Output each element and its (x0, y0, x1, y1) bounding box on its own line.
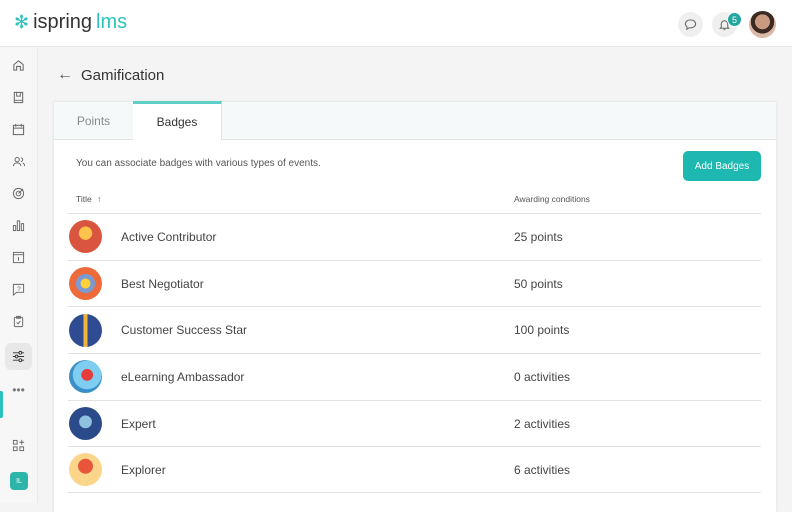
badge-icon (69, 267, 102, 301)
table-row[interactable]: Expert 2 activities (68, 399, 761, 447)
badge-icon (69, 360, 102, 394)
badge-condition: 100 points (514, 323, 570, 338)
badge-name: Active Contributor (121, 229, 217, 244)
chat-button[interactable] (678, 12, 703, 37)
reports-icon[interactable] (5, 212, 32, 239)
badge-name: Customer Success Star (121, 323, 248, 338)
logo-accent-text: lms (96, 11, 128, 33)
back-arrow-icon[interactable]: ← (57, 66, 73, 84)
badge-name: eLearning Ambassador (121, 369, 245, 384)
courses-icon[interactable] (5, 84, 32, 111)
logo-icon: ✻ (14, 12, 30, 32)
badge-condition: 50 points (514, 276, 563, 291)
badge-condition: 0 activities (514, 369, 571, 384)
more-icon[interactable]: ••• (5, 376, 32, 403)
logo[interactable]: ✻ ispring lms (14, 11, 127, 34)
badge-icon (69, 220, 102, 254)
table-row[interactable]: Best Negotiator 50 points (68, 259, 761, 307)
description-text: You can associate badges with various ty… (76, 158, 321, 169)
calendar-icon[interactable] (5, 116, 32, 143)
user-avatar[interactable] (749, 11, 776, 38)
top-header: ✻ ispring lms 5 (0, 0, 792, 47)
badge-condition: 25 points (514, 229, 563, 244)
tab-points[interactable]: Points (54, 102, 133, 140)
badges-table: Active Contributor 25 points Best Negotia… (68, 213, 761, 494)
badge-name: Expert (121, 416, 156, 431)
chat-icon (684, 19, 697, 31)
add-badges-button[interactable]: Add Badges (683, 151, 761, 181)
title-column-header[interactable]: Title ↑ (76, 194, 101, 204)
table-row[interactable]: Explorer 6 activities (68, 446, 761, 494)
table-row[interactable]: eLearning Ambassador 0 activities (68, 353, 761, 400)
notification-count-badge: 5 (727, 12, 742, 27)
sidebar: ? ••• IL (0, 48, 38, 503)
badge-icon (69, 453, 102, 487)
questions-icon[interactable]: ? (5, 276, 32, 303)
badge-icon (69, 407, 102, 441)
badges-card: Points Badges You can associate badges w… (54, 101, 776, 512)
apps-add-icon[interactable] (5, 432, 32, 459)
table-row[interactable]: Customer Success Star 100 points (68, 306, 761, 353)
active-indicator (0, 391, 3, 418)
badge-condition: 2 activities (514, 416, 571, 431)
badge-name: Best Negotiator (121, 276, 204, 291)
badge-name: Explorer (121, 462, 166, 477)
conditions-column-header: Awarding conditions (514, 194, 590, 204)
sort-arrow-icon: ↑ (97, 194, 102, 204)
user-initials-avatar[interactable]: IL (10, 472, 28, 490)
tab-bar: Points Badges (54, 101, 776, 140)
tab-badges[interactable]: Badges (133, 101, 222, 140)
table-row[interactable]: Active Contributor 25 points (68, 213, 761, 260)
users-icon[interactable] (5, 148, 32, 175)
title-header-label: Title (76, 194, 92, 204)
logo-text: ispring (33, 11, 93, 33)
settings-sliders-icon[interactable] (5, 343, 32, 370)
page-title: Gamification (81, 67, 165, 84)
info-icon[interactable] (5, 244, 32, 271)
assignments-icon[interactable] (5, 308, 32, 335)
svg-text:?: ? (17, 286, 21, 293)
goals-icon[interactable] (5, 180, 32, 207)
badge-condition: 6 activities (514, 462, 571, 477)
badge-icon (69, 313, 102, 347)
home-icon[interactable] (5, 52, 32, 79)
